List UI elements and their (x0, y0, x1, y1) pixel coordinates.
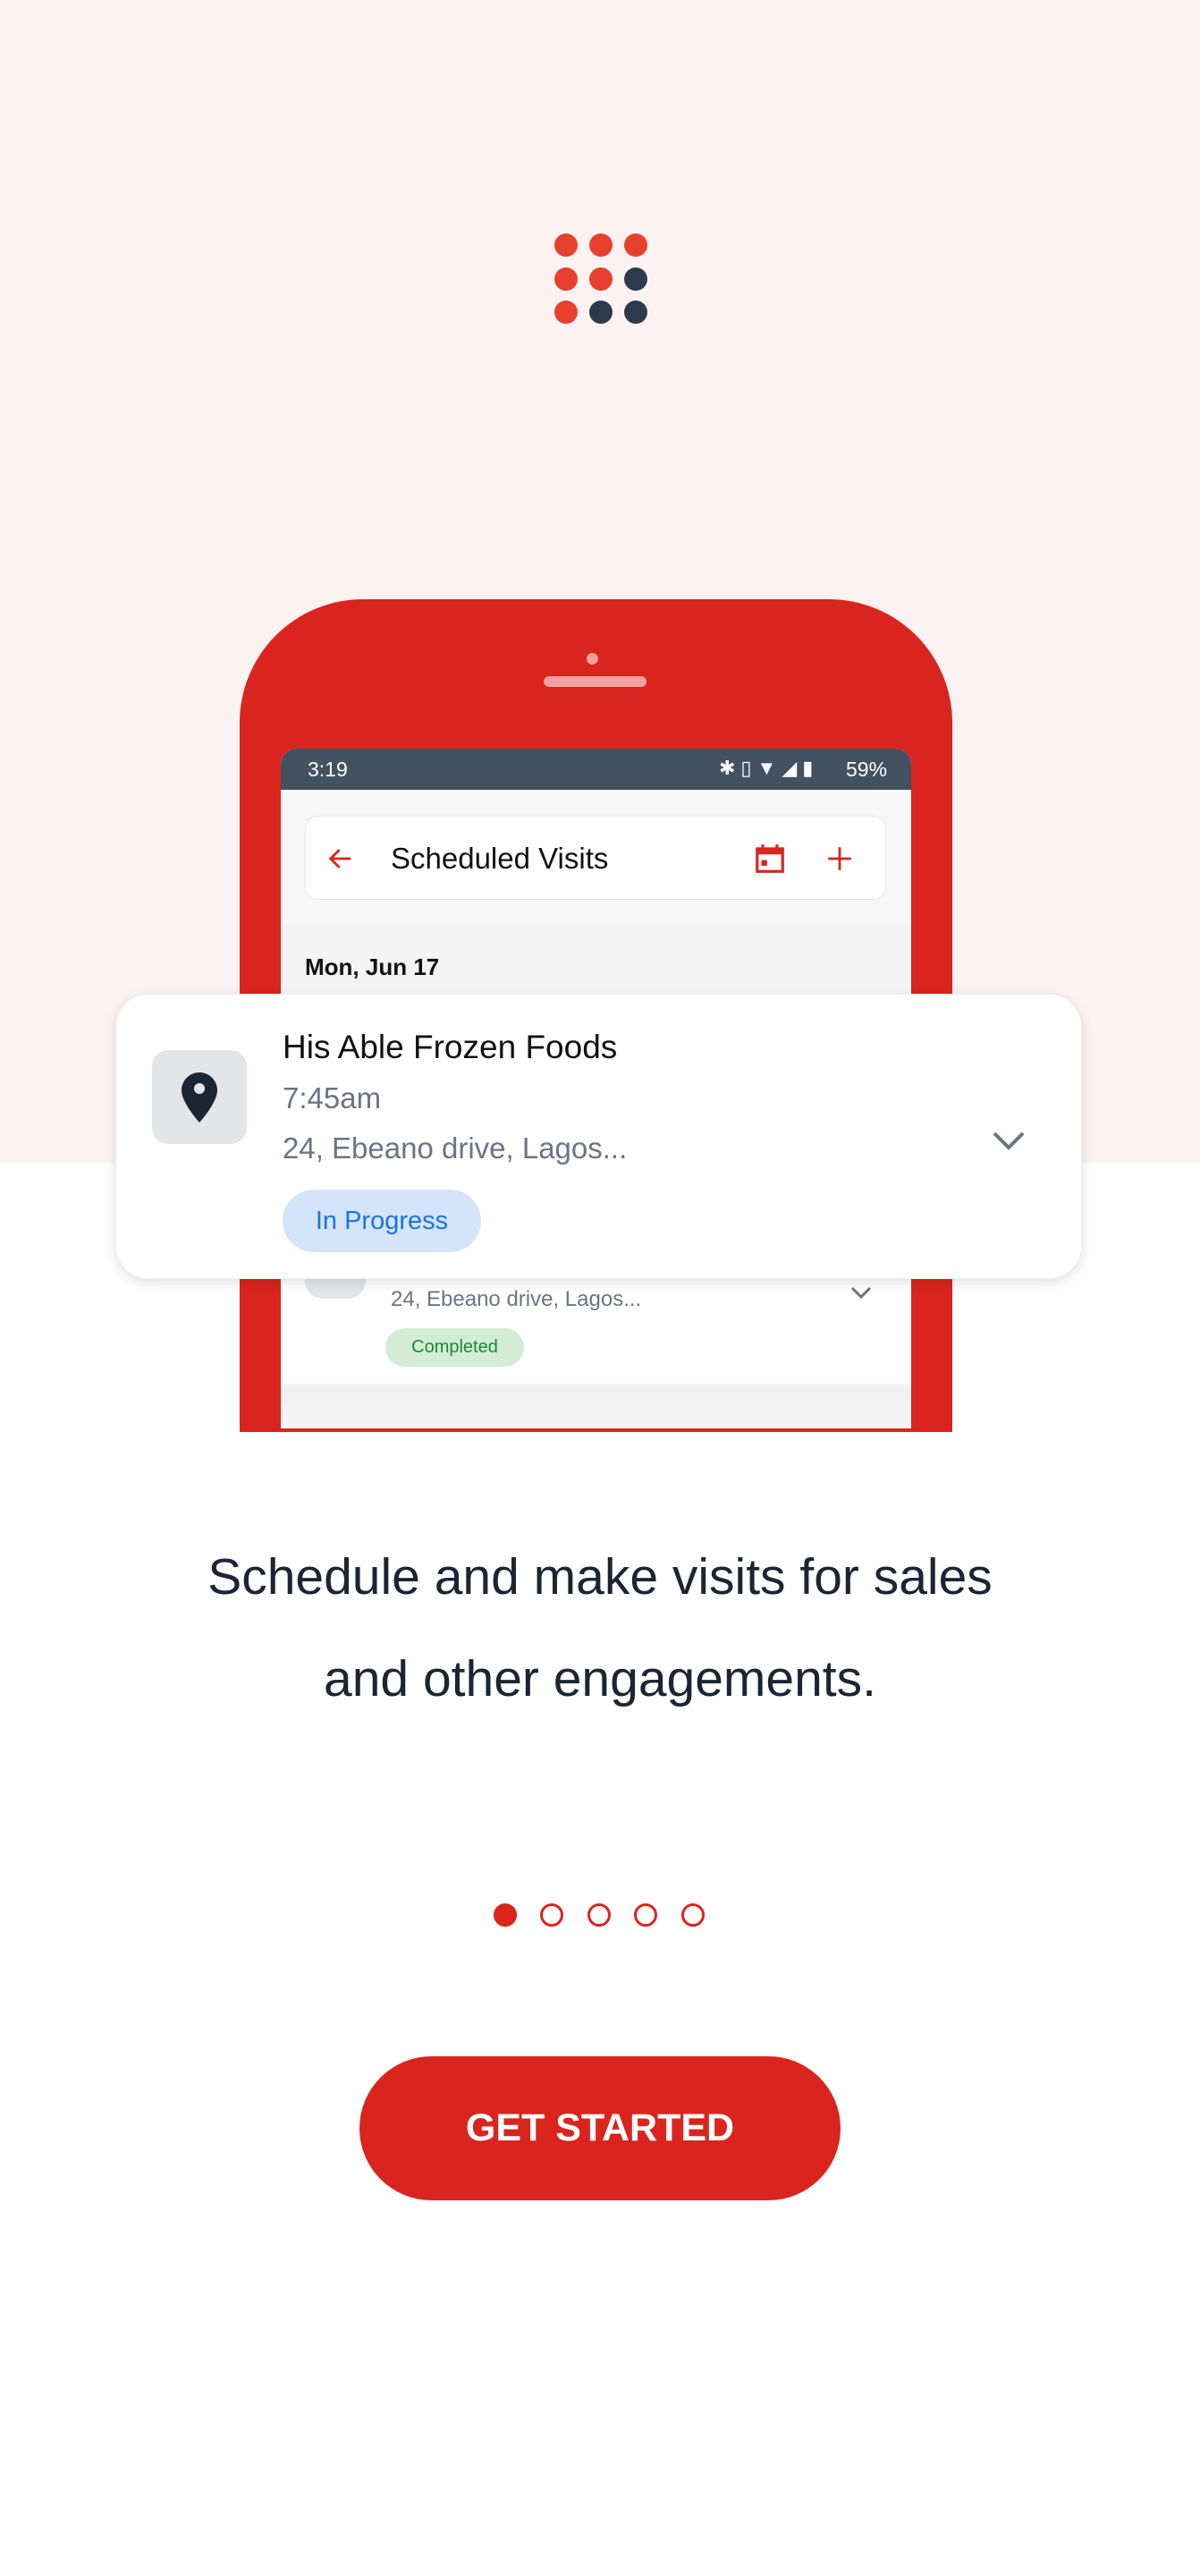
page-title: Scheduled Visits (391, 842, 609, 875)
visit-name: His Able Frozen Foods (283, 1029, 618, 1065)
battery-percent: 59% (846, 758, 888, 781)
phone-speaker (544, 676, 646, 687)
logo-dot (624, 233, 647, 257)
visit-address: 24, Ebeano drive, Lagos... (283, 1131, 628, 1165)
visit-card[interactable]: His Able Frozen Foods 7:45am 24, Ebeano … (115, 994, 1082, 1279)
visit-time: 7:45am (283, 1081, 382, 1114)
header-area: Scheduled Visits (281, 790, 911, 925)
page-dot[interactable] (540, 1903, 563, 1927)
headline-line-2: and other engagements. (324, 1650, 876, 1707)
logo-dot (624, 301, 647, 324)
page-dot[interactable] (681, 1903, 705, 1927)
calendar-icon[interactable] (753, 842, 787, 876)
visit-address: 24, Ebeano drive, Lagos... (391, 1287, 642, 1311)
arrow-left-icon[interactable] (325, 843, 356, 874)
location-icon-box (152, 1050, 247, 1144)
app-header: Scheduled Visits (305, 816, 886, 900)
logo-dot (589, 267, 613, 291)
page-dot[interactable] (587, 1903, 611, 1927)
logo-dot (589, 233, 613, 257)
divider (281, 1387, 911, 1402)
status-badge: In Progress (283, 1190, 481, 1252)
page-dot-active[interactable] (494, 1903, 517, 1927)
plus-icon[interactable] (824, 843, 855, 874)
get-started-button[interactable]: GET STARTED (359, 2056, 841, 2200)
status-time: 3:19 (308, 758, 348, 781)
logo-dot (624, 267, 647, 291)
status-bar: 3:19 ✱▯▼◢▮ 59% (281, 749, 911, 790)
logo-dot (554, 301, 578, 324)
logo-dot (554, 233, 578, 257)
logo-dot (589, 301, 613, 324)
status-icons: ✱▯▼◢▮ (719, 757, 819, 779)
date-label: Mon, Jun 17 (305, 953, 440, 980)
map-pin-icon (182, 1072, 217, 1123)
phone-camera (587, 653, 598, 665)
logo-dot (554, 267, 578, 291)
headline-line-1: Schedule and make visits for sales (207, 1548, 993, 1606)
status-badge: Completed (385, 1328, 524, 1367)
page-dot[interactable] (634, 1903, 657, 1927)
chevron-down-icon[interactable] (991, 1129, 1027, 1152)
chevron-down-icon[interactable] (849, 1284, 873, 1301)
